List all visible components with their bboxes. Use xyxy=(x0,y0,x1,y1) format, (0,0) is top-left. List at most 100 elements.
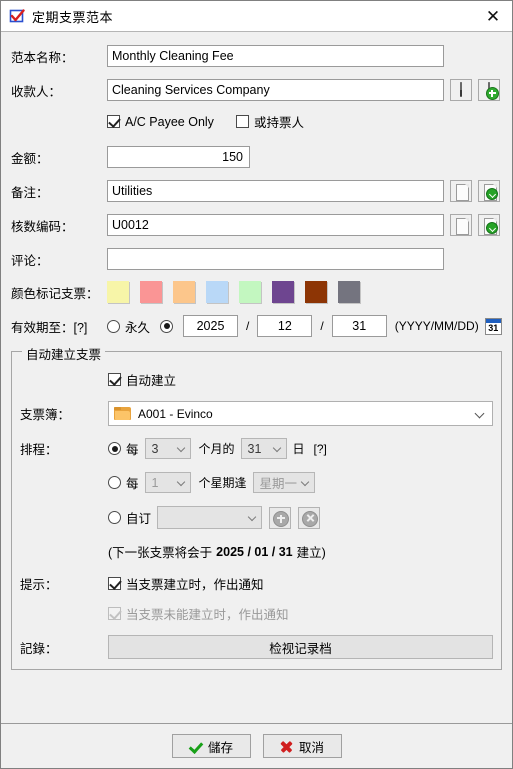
chequebook-combobox[interactable]: A001 - Evinco xyxy=(108,401,493,426)
color-swatch[interactable] xyxy=(206,281,228,303)
add-payee-button[interactable] xyxy=(478,79,500,101)
close-x-icon xyxy=(280,740,293,752)
close-button[interactable]: ✕ xyxy=(480,5,506,27)
next-note-date: 2025 / 01 / 31 xyxy=(216,544,293,559)
validity-until-radio[interactable] xyxy=(160,319,174,333)
ac-payee-only-label: A/C Payee Only xyxy=(125,114,214,129)
notify-on-created-checkbox[interactable] xyxy=(108,577,121,590)
validity-row: 有效期至：[?] 永久 2025 / 12 / 31 (YYYY/MM/DD) … xyxy=(11,315,502,337)
notify-label: 提示： xyxy=(20,578,58,592)
page-icon xyxy=(456,218,469,235)
template-name-row: 范本名称： xyxy=(11,45,502,67)
color-swatch[interactable] xyxy=(173,281,195,303)
color-swatch[interactable] xyxy=(107,281,129,303)
validity-day-input[interactable]: 31 xyxy=(331,315,387,337)
record-row: 記錄： 检视记录档 xyxy=(20,635,493,659)
schedule-month-day-select[interactable]: 31 xyxy=(240,438,287,459)
schedule-week-interval-value: 1 xyxy=(151,475,159,490)
amount-input[interactable] xyxy=(107,146,250,168)
calendar-icon-day: 31 xyxy=(488,322,499,333)
save-button[interactable]: 儲存 xyxy=(171,734,251,758)
comment-row: 评论： xyxy=(11,248,502,270)
color-tag-row: 颜色标记支票： xyxy=(11,281,502,303)
payee-label: 收款人： xyxy=(11,84,62,99)
green-plus-badge-icon xyxy=(486,87,499,100)
cancel-button[interactable]: 取消 xyxy=(262,734,342,758)
recurring-cheque-template-dialog: 定期支票范本 ✕ 范本名称： 收款人： xyxy=(0,0,513,769)
color-swatch[interactable] xyxy=(338,281,360,303)
chevron-down-icon xyxy=(274,445,281,452)
cancel-button-label: 取消 xyxy=(298,740,324,755)
notify-created-row: 提示： 当支票建立时，作出通知 xyxy=(20,574,493,593)
remark-label: 备注： xyxy=(11,185,49,200)
chevron-down-icon xyxy=(249,514,256,521)
schedule-monthly-hint[interactable]: [?] xyxy=(314,442,327,456)
chevron-down-icon xyxy=(178,445,185,452)
auto-create-label: 自动建立 xyxy=(126,374,177,388)
schedule-weekly-middle: 个星期逢 xyxy=(198,476,247,490)
schedule-custom-select[interactable] xyxy=(157,506,263,529)
validity-forever-radio[interactable] xyxy=(107,319,120,333)
green-download-badge-icon xyxy=(486,222,498,234)
chevron-down-icon xyxy=(476,410,484,418)
window-title: 定期支票范本 xyxy=(32,9,114,25)
audit-code-input[interactable] xyxy=(107,214,444,236)
select-payee-button[interactable] xyxy=(450,79,472,101)
auto-create-group: 自动建立支票 自动建立 支票簿： A001 - Evinco 排程： 每 3 个… xyxy=(11,344,502,670)
schedule-weekly-prefix: 每 xyxy=(126,477,139,491)
date-format-hint: (YYYY/MM/DD) xyxy=(394,319,479,333)
comment-input[interactable] xyxy=(107,248,444,270)
dialog-footer: 儲存 取消 xyxy=(1,723,512,768)
color-swatch-group xyxy=(107,281,360,303)
schedule-month-interval-value: 3 xyxy=(151,441,159,456)
schedule-custom-radio[interactable] xyxy=(108,511,121,524)
view-record-button[interactable]: 检视记录档 xyxy=(108,635,493,659)
validity-month-input[interactable]: 12 xyxy=(257,315,313,337)
dialog-body: 范本名称： 收款人： A/C Payee Only xyxy=(1,32,512,723)
circle-plus-icon xyxy=(273,510,290,527)
folder-icon xyxy=(114,407,131,420)
remark-page-button[interactable] xyxy=(450,180,472,202)
color-swatch[interactable] xyxy=(239,281,261,303)
validity-year-input[interactable]: 2025 xyxy=(183,315,239,337)
audit-code-save-template-button[interactable] xyxy=(478,214,500,236)
chequebook-row: 支票簿： A001 - Evinco xyxy=(20,401,493,426)
schedule-week-interval-select[interactable]: 1 xyxy=(144,472,191,493)
amount-row: 金额： xyxy=(11,146,502,168)
auto-create-checkbox-row: 自动建立 xyxy=(20,370,493,389)
color-swatch[interactable] xyxy=(272,281,294,303)
or-bearer-checkbox[interactable] xyxy=(235,115,249,128)
date-separator-2: / xyxy=(320,319,324,333)
ac-payee-only-checkbox[interactable] xyxy=(107,115,120,128)
cheque-check-icon xyxy=(9,8,25,24)
notify-on-failed-checkbox xyxy=(108,607,121,620)
schedule-monthly-prefix: 每 xyxy=(126,443,139,457)
notify-on-created-label: 当支票建立时，作出通知 xyxy=(126,578,264,592)
schedule-monthly-middle: 个月的 xyxy=(198,442,235,456)
color-swatch[interactable] xyxy=(140,281,162,303)
payee-input[interactable] xyxy=(107,79,444,101)
next-cheque-note-row: (下一张支票将会于 2025 / 01 / 31 建立) xyxy=(20,542,493,561)
schedule-month-interval-select[interactable]: 3 xyxy=(144,438,191,459)
remark-input[interactable] xyxy=(107,180,444,202)
amount-label: 金额： xyxy=(11,151,49,166)
schedule-custom-remove-button[interactable] xyxy=(298,506,321,529)
auto-create-checkbox[interactable] xyxy=(108,373,121,386)
audit-code-page-button[interactable] xyxy=(450,214,472,236)
schedule-weekday-select[interactable]: 星期一 xyxy=(252,472,315,493)
color-tag-label: 颜色标记支票： xyxy=(11,286,99,301)
schedule-monthly-radio[interactable] xyxy=(108,442,121,455)
template-name-input[interactable] xyxy=(107,45,444,67)
comment-label: 评论： xyxy=(11,253,49,268)
schedule-monthly-suffix: 日 xyxy=(292,442,305,456)
remark-save-template-button[interactable] xyxy=(478,180,500,202)
color-swatch[interactable] xyxy=(305,281,327,303)
schedule-weekly-radio[interactable] xyxy=(108,476,121,489)
page-icon xyxy=(456,184,469,201)
save-button-label: 儲存 xyxy=(207,740,233,755)
cheque-options-row: A/C Payee Only 或持票人 xyxy=(11,112,502,131)
calendar-icon[interactable]: 31 xyxy=(484,317,502,335)
payee-row: 收款人： xyxy=(11,79,502,101)
schedule-custom-add-button[interactable] xyxy=(269,506,292,529)
validity-forever-label: 永久 xyxy=(125,320,151,335)
